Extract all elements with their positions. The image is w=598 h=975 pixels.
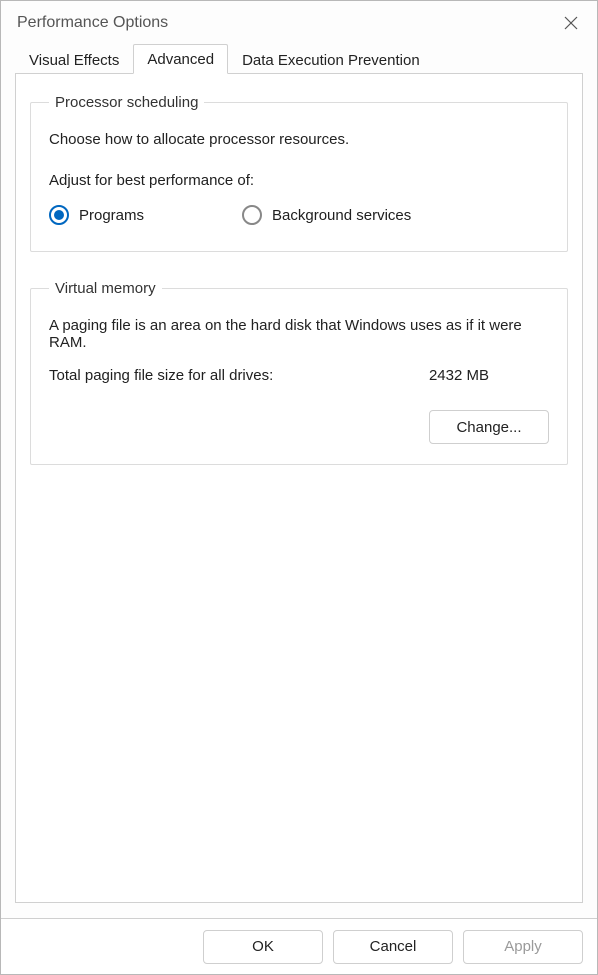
button-label: Apply bbox=[504, 938, 542, 955]
button-label: OK bbox=[252, 938, 274, 955]
processor-desc: Choose how to allocate processor resourc… bbox=[49, 131, 549, 148]
cancel-button[interactable]: Cancel bbox=[333, 930, 453, 964]
radio-label: Background services bbox=[272, 207, 411, 224]
radio-group: Programs Background services bbox=[49, 205, 549, 225]
virtual-memory-group: Virtual memory A paging file is an area … bbox=[30, 280, 568, 465]
tab-bar: Visual Effects Advanced Data Execution P… bbox=[1, 43, 597, 73]
close-icon bbox=[563, 15, 579, 31]
radio-background-services[interactable]: Background services bbox=[242, 205, 411, 225]
ok-button[interactable]: OK bbox=[203, 930, 323, 964]
radio-label: Programs bbox=[79, 207, 144, 224]
change-button[interactable]: Change... bbox=[429, 410, 549, 444]
tab-label: Advanced bbox=[147, 51, 214, 68]
button-label: Cancel bbox=[370, 938, 417, 955]
tab-label: Data Execution Prevention bbox=[242, 52, 420, 69]
tab-advanced[interactable]: Advanced bbox=[133, 44, 228, 74]
processor-scheduling-group: Processor scheduling Choose how to alloc… bbox=[30, 94, 568, 252]
virtual-desc: A paging file is an area on the hard dis… bbox=[49, 317, 549, 351]
apply-button[interactable]: Apply bbox=[463, 930, 583, 964]
performance-options-dialog: Performance Options Visual Effects Advan… bbox=[0, 0, 598, 975]
tab-dep[interactable]: Data Execution Prevention bbox=[228, 45, 434, 74]
paging-size-label: Total paging file size for all drives: bbox=[49, 367, 273, 384]
paging-size-value: 2432 MB bbox=[429, 367, 489, 384]
titlebar: Performance Options bbox=[1, 1, 597, 43]
tab-panel-advanced: Processor scheduling Choose how to alloc… bbox=[15, 73, 583, 903]
radio-icon bbox=[49, 205, 69, 225]
paging-size-row: Total paging file size for all drives: 2… bbox=[49, 367, 549, 384]
close-button[interactable] bbox=[559, 11, 583, 35]
radio-programs[interactable]: Programs bbox=[49, 205, 144, 225]
adjust-label: Adjust for best performance of: bbox=[49, 172, 549, 189]
group-legend: Virtual memory bbox=[49, 280, 162, 297]
dialog-title: Performance Options bbox=[17, 14, 168, 32]
radio-icon bbox=[242, 205, 262, 225]
button-label: Change... bbox=[456, 419, 521, 436]
dialog-footer: OK Cancel Apply bbox=[1, 918, 597, 974]
tab-visual-effects[interactable]: Visual Effects bbox=[15, 45, 133, 74]
group-legend: Processor scheduling bbox=[49, 94, 204, 111]
tab-label: Visual Effects bbox=[29, 52, 119, 69]
change-button-row: Change... bbox=[49, 410, 549, 444]
